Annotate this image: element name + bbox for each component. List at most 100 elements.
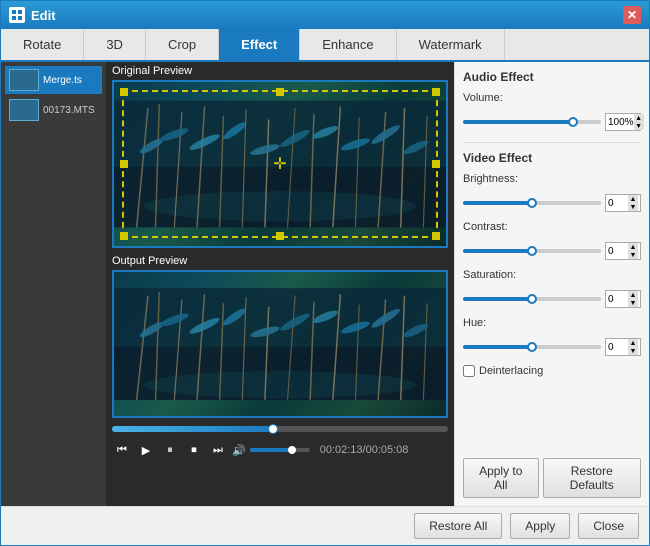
crop-handle-bm[interactable] [276, 232, 284, 240]
brightness-down-button[interactable]: ▼ [628, 203, 638, 211]
crop-handle-ml[interactable] [120, 160, 128, 168]
contrast-slider-thumb[interactable] [527, 246, 537, 256]
progress-track[interactable] [112, 426, 448, 432]
hue-slider-track[interactable] [463, 345, 601, 349]
stop-button[interactable]: ⏹ [184, 440, 204, 460]
volume-row: Volume: [463, 92, 641, 104]
output-video-bg [114, 272, 446, 416]
volume-label: Volume: [463, 92, 528, 104]
file-thumbnail-mts [9, 99, 39, 121]
volume-thumb[interactable] [288, 446, 296, 454]
output-preview [112, 270, 448, 418]
output-preview-label: Output Preview [106, 252, 454, 270]
skip-back-button[interactable]: ⏮ [112, 440, 132, 460]
hue-spin-arrows: ▲ ▼ [628, 339, 638, 355]
crop-handle-tr[interactable] [432, 88, 440, 96]
saturation-up-button[interactable]: ▲ [628, 291, 638, 299]
volume-down-button[interactable]: ▼ [634, 122, 644, 130]
volume-slider-track[interactable] [463, 120, 601, 124]
crop-handle-bl[interactable] [120, 232, 128, 240]
title-bar: Edit ✕ [1, 1, 649, 29]
file-name-mts: 00173.MTS [43, 105, 95, 116]
volume-icon: 🔊 [232, 444, 246, 457]
brightness-slider-thumb[interactable] [527, 198, 537, 208]
play-button[interactable]: ▶ [136, 440, 156, 460]
hue-row: Hue: [463, 317, 641, 329]
contrast-slider-track[interactable] [463, 249, 601, 253]
body-area: Merge.ts 00173.MTS Original Preview [1, 62, 649, 506]
divider-1 [463, 142, 641, 143]
crop-handle-mr[interactable] [432, 160, 440, 168]
file-item-merge[interactable]: Merge.ts [5, 66, 102, 94]
progress-bar-area [106, 422, 454, 436]
hue-up-button[interactable]: ▲ [628, 339, 638, 347]
volume-spin-arrows: ▲ ▼ [634, 114, 644, 130]
hue-value: 0 [608, 342, 614, 353]
hue-spinbox: 0 ▲ ▼ [605, 338, 641, 356]
window-icon [9, 7, 25, 23]
apply-button[interactable]: Apply [510, 513, 570, 539]
brightness-slider-row: 0 ▲ ▼ [463, 194, 641, 212]
brightness-up-button[interactable]: ▲ [628, 195, 638, 203]
restore-all-button[interactable]: Restore All [414, 513, 502, 539]
tab-rotate[interactable]: Rotate [1, 29, 84, 60]
file-name-merge: Merge.ts [43, 75, 82, 86]
hue-slider-thumb[interactable] [527, 342, 537, 352]
crop-handle-tm[interactable] [276, 88, 284, 96]
volume-slider-row: 100% ▲ ▼ [463, 113, 641, 131]
tab-effect[interactable]: Effect [219, 29, 300, 60]
tab-crop[interactable]: Crop [146, 29, 219, 60]
volume-up-button[interactable]: ▲ [634, 114, 644, 122]
contrast-down-button[interactable]: ▼ [628, 251, 638, 259]
contrast-spinbox: 0 ▲ ▼ [605, 242, 641, 260]
right-bottom-actions: Apply to All Restore Defaults [463, 458, 641, 498]
saturation-slider-thumb[interactable] [527, 294, 537, 304]
saturation-row: Saturation: [463, 269, 641, 281]
crop-overlay[interactable]: ✛ [122, 90, 438, 238]
file-thumbnail-merge [9, 69, 39, 91]
crop-handle-tl[interactable] [120, 88, 128, 96]
file-item-mts[interactable]: 00173.MTS [5, 96, 102, 124]
hue-label: Hue: [463, 317, 528, 329]
hue-down-button[interactable]: ▼ [628, 347, 638, 355]
tab-3d[interactable]: 3D [84, 29, 146, 60]
tab-watermark[interactable]: Watermark [397, 29, 505, 60]
center-panel: Original Preview [106, 62, 454, 506]
pause-button[interactable]: ⏸ [160, 440, 180, 460]
brightness-slider-track[interactable] [463, 201, 601, 205]
close-window-button[interactable]: ✕ [623, 6, 641, 24]
volume-slider-thumb[interactable] [568, 117, 578, 127]
contrast-spin-arrows: ▲ ▼ [628, 243, 638, 259]
original-preview: ✛ [112, 80, 448, 248]
output-video-content [114, 272, 446, 416]
close-button[interactable]: Close [578, 513, 639, 539]
contrast-slider-row: 0 ▲ ▼ [463, 242, 641, 260]
apply-to-all-button[interactable]: Apply to All [463, 458, 539, 498]
crop-crosshair: ✛ [273, 154, 286, 174]
tab-enhance[interactable]: Enhance [300, 29, 396, 60]
saturation-label: Saturation: [463, 269, 528, 281]
time-display: 00:02:13/00:05:08 [320, 444, 409, 456]
progress-fill [112, 426, 273, 432]
brightness-slider-fill [463, 201, 532, 205]
restore-defaults-button[interactable]: Restore Defaults [543, 458, 642, 498]
video-effect-title: Video Effect [463, 151, 641, 165]
crop-handle-br[interactable] [432, 232, 440, 240]
controls-bar: ⏮ ▶ ⏸ ⏹ ⏭ 🔊 00:02:13/00:05:08 [106, 436, 454, 464]
tabs-bar: Rotate 3D Crop Effect Enhance Watermark [1, 29, 649, 62]
deinterlacing-row: Deinterlacing [463, 365, 641, 377]
deinterlacing-checkbox[interactable] [463, 365, 475, 377]
progress-thumb[interactable] [268, 424, 278, 434]
saturation-spin-arrows: ▲ ▼ [628, 291, 638, 307]
main-content: Rotate 3D Crop Effect Enhance Watermark … [1, 29, 649, 545]
saturation-slider-track[interactable] [463, 297, 601, 301]
original-video-bg: ✛ [114, 82, 446, 246]
saturation-slider-row: 0 ▲ ▼ [463, 290, 641, 308]
hue-slider-row: 0 ▲ ▼ [463, 338, 641, 356]
contrast-up-button[interactable]: ▲ [628, 243, 638, 251]
volume-slider-fill [463, 120, 573, 124]
volume-slider[interactable] [250, 448, 310, 452]
saturation-down-button[interactable]: ▼ [628, 299, 638, 307]
skip-forward-button[interactable]: ⏭ [208, 440, 228, 460]
edit-window: Edit ✕ Rotate 3D Crop Effect Enhance Wat… [0, 0, 650, 546]
